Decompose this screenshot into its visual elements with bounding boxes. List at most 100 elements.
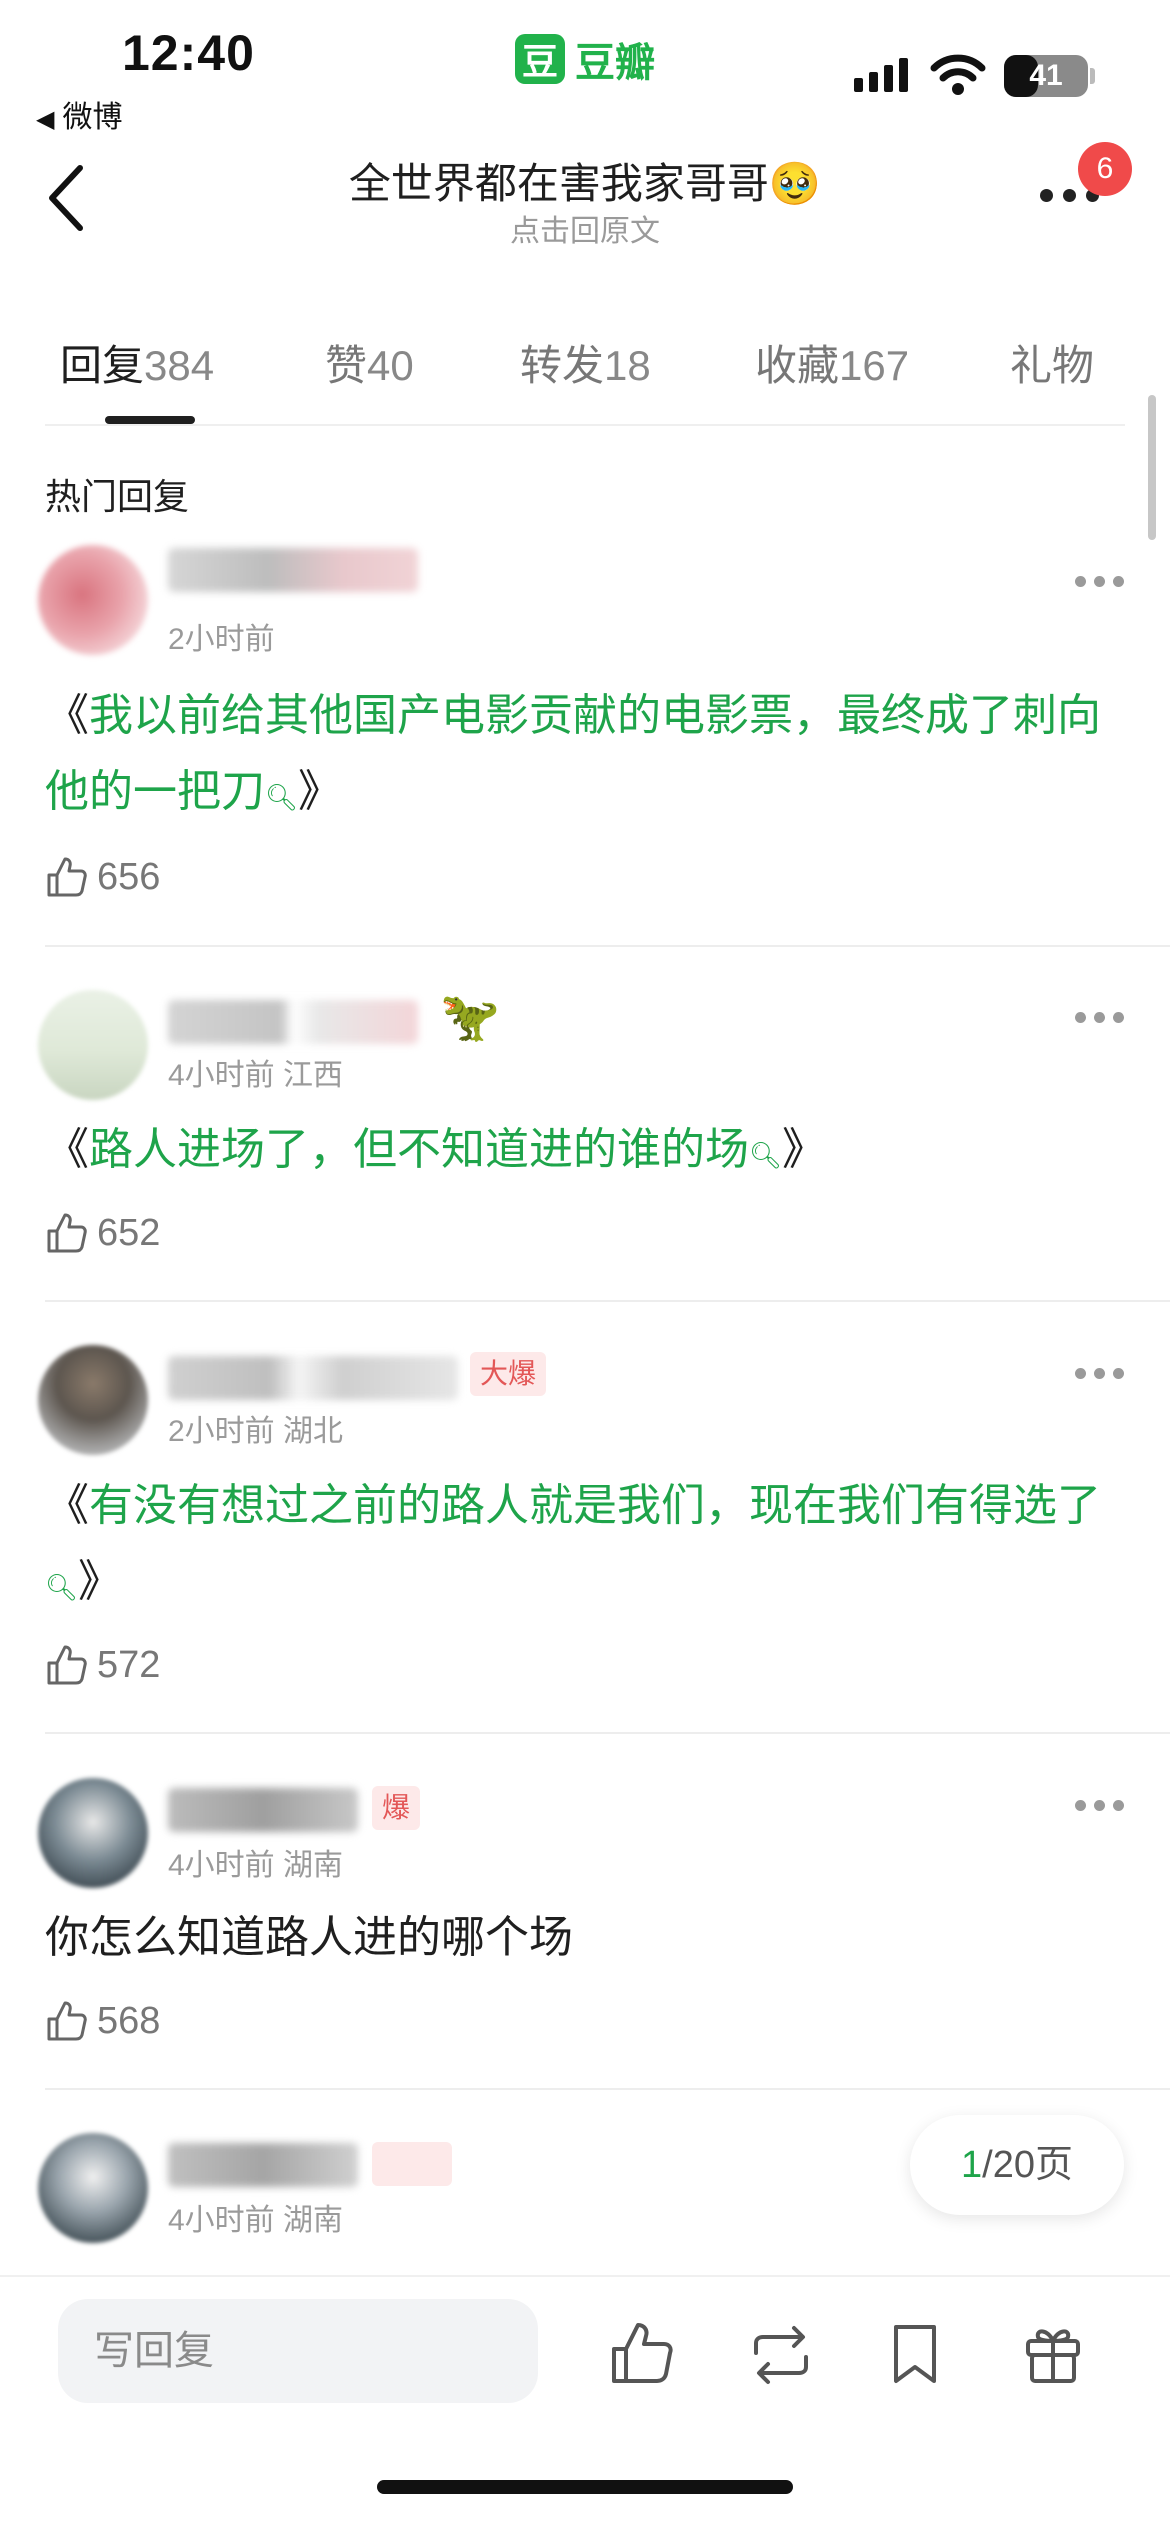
avatar[interactable] bbox=[38, 2133, 148, 2243]
wifi-icon bbox=[930, 54, 986, 95]
reply-input[interactable]: 写回复 bbox=[58, 2299, 538, 2403]
tab-replies[interactable]: 回复384 bbox=[60, 332, 214, 393]
comment-time: 4小时前 bbox=[168, 2204, 275, 2237]
scrollbar-thumb[interactable] bbox=[1148, 395, 1156, 540]
tab-label: 收藏 bbox=[755, 342, 840, 389]
gift-icon[interactable] bbox=[1018, 2319, 1088, 2389]
comment-text[interactable]: 你怎么知道路人进的哪个场 bbox=[45, 1900, 1130, 1976]
comment-divider bbox=[45, 2088, 1170, 2090]
like-count: 656 bbox=[97, 855, 161, 898]
page-indicator-button[interactable]: 1/20页 bbox=[910, 2115, 1124, 2215]
tab-count: 40 bbox=[367, 342, 414, 389]
username-redacted[interactable] bbox=[168, 1000, 418, 1044]
comment-time: 2小时前 bbox=[168, 623, 275, 656]
comment-meta: 4小时前 湖南 bbox=[168, 2195, 343, 2239]
comment-more-button[interactable] bbox=[1075, 1800, 1124, 1811]
like-button[interactable]: 568 bbox=[45, 1996, 160, 2046]
brand-name: 豆瓣 bbox=[575, 41, 655, 85]
battery-icon: 41 bbox=[1004, 55, 1088, 97]
back-to-original-link[interactable]: 点击回原文 bbox=[0, 206, 1170, 250]
search-magnifier-icon: 🔍︎ bbox=[265, 782, 299, 812]
douban-brand: 豆 豆瓣 bbox=[515, 30, 655, 88]
comment-location: 湖南 bbox=[283, 2204, 344, 2237]
repost-icon[interactable] bbox=[746, 2319, 816, 2389]
tab-label: 回复 bbox=[60, 342, 145, 389]
thumbs-up-icon bbox=[47, 857, 87, 897]
tabs-divider bbox=[45, 424, 1125, 426]
status-badge bbox=[372, 2142, 452, 2186]
comment-divider bbox=[45, 945, 1170, 947]
tab-count: 167 bbox=[839, 342, 910, 389]
current-page: 1 bbox=[961, 2144, 983, 2186]
bracket-close: 》 bbox=[78, 1557, 123, 1606]
comment-body: 路人进场了，但不知道进的谁的场 bbox=[89, 1125, 749, 1174]
search-magnifier-icon: 🔍︎ bbox=[749, 1140, 783, 1170]
comment-text[interactable]: 《我以前给其他国产电影贡献的电影票，最终成了刺向他的一把刀🔍︎》 bbox=[45, 678, 1130, 835]
comment-time: 4小时前 bbox=[168, 1849, 275, 1882]
bracket-close: 》 bbox=[782, 1125, 827, 1174]
tab-label: 赞 bbox=[325, 342, 368, 389]
thumbs-up-icon bbox=[47, 2001, 87, 2041]
like-count: 568 bbox=[97, 1999, 161, 2042]
thumbs-up-icon[interactable] bbox=[608, 2319, 678, 2389]
username-redacted[interactable] bbox=[168, 548, 418, 592]
total-pages: /20页 bbox=[982, 2144, 1073, 2186]
avatar[interactable] bbox=[38, 1345, 148, 1455]
comment-location: 湖北 bbox=[283, 1415, 344, 1448]
tab-count: 18 bbox=[604, 342, 651, 389]
douban-logo-icon: 豆 bbox=[515, 34, 565, 84]
comment-meta: 2小时前 bbox=[168, 614, 275, 658]
bracket-open: 《 bbox=[45, 691, 89, 740]
status-time: 12:40 bbox=[122, 25, 255, 81]
status-badge: 爆 bbox=[372, 1786, 421, 1830]
username-redacted[interactable] bbox=[168, 1356, 458, 1400]
tab-reposts[interactable]: 转发18 bbox=[520, 332, 651, 393]
like-button[interactable]: 652 bbox=[45, 1208, 160, 1258]
comment-location: 湖南 bbox=[283, 1849, 344, 1882]
battery-percent: 41 bbox=[1029, 59, 1063, 92]
battery-cap bbox=[1090, 68, 1095, 84]
bracket-close: 》 bbox=[298, 767, 343, 816]
hot-replies-heading: 热门回复 bbox=[45, 476, 190, 517]
comment-text[interactable]: 《路人进场了，但不知道进的谁的场🔍︎》 bbox=[45, 1112, 1130, 1193]
back-triangle-icon: ◀ bbox=[36, 106, 55, 133]
comment-meta: 4小时前 江西 bbox=[168, 1050, 343, 1094]
bracket-open: 《 bbox=[45, 1481, 89, 1530]
status-bar: 12:40 ◀ 微博 豆 豆瓣 41 bbox=[0, 0, 1170, 134]
avatar[interactable] bbox=[38, 990, 148, 1100]
comment-text[interactable]: 《有没有想过之前的路人就是我们，现在我们有得选了 🔍︎》 bbox=[45, 1468, 1130, 1625]
comment-body: 有没有想过之前的路人就是我们，现在我们有得选了 bbox=[89, 1481, 1101, 1530]
comment-more-button[interactable] bbox=[1075, 1368, 1124, 1379]
notification-badge: 6 bbox=[1078, 142, 1132, 196]
comment-body: 你怎么知道路人进的哪个场 bbox=[45, 1913, 573, 1962]
like-button[interactable]: 656 bbox=[45, 852, 160, 902]
comment-location: 江西 bbox=[283, 1059, 344, 1092]
bookmark-icon[interactable] bbox=[880, 2319, 950, 2389]
avatar[interactable] bbox=[38, 545, 148, 655]
comment-more-button[interactable] bbox=[1075, 1012, 1124, 1023]
comment-time: 2小时前 bbox=[168, 1415, 275, 1448]
comment-meta: 2小时前 湖北 bbox=[168, 1406, 343, 1450]
like-button[interactable]: 572 bbox=[45, 1640, 160, 1690]
comment-more-button[interactable] bbox=[1075, 576, 1124, 587]
username-redacted[interactable] bbox=[168, 2143, 358, 2187]
avatar[interactable] bbox=[38, 1778, 148, 1888]
tab-likes[interactable]: 赞40 bbox=[325, 332, 414, 393]
tab-label: 转发 bbox=[520, 342, 605, 389]
back-to-app-link[interactable]: ◀ 微博 bbox=[36, 92, 122, 136]
username-redacted[interactable] bbox=[168, 1788, 358, 1832]
comment-body: 我以前给其他国产电影贡献的电影票，最终成了刺向他的一把刀 bbox=[45, 691, 1101, 816]
bracket-open: 《 bbox=[45, 1125, 89, 1174]
tab-bar: 回复384 赞40 转发18 收藏167 礼物 bbox=[0, 320, 1170, 424]
home-indicator[interactable] bbox=[377, 2480, 793, 2494]
status-badge: 大爆 bbox=[470, 1352, 547, 1396]
tab-gifts[interactable]: 礼物 bbox=[1010, 332, 1094, 393]
tab-count: 384 bbox=[144, 342, 215, 389]
dinosaur-emoji-icon: 🦖 bbox=[440, 991, 500, 1044]
tab-collections[interactable]: 收藏167 bbox=[755, 332, 909, 393]
comment-divider bbox=[45, 1732, 1170, 1734]
thumbs-up-icon bbox=[47, 1645, 87, 1685]
post-title[interactable]: 全世界都在害我家哥哥🥹 bbox=[0, 150, 1170, 211]
like-count: 652 bbox=[97, 1211, 161, 1254]
comment-meta: 4小时前 湖南 bbox=[168, 1840, 343, 1884]
